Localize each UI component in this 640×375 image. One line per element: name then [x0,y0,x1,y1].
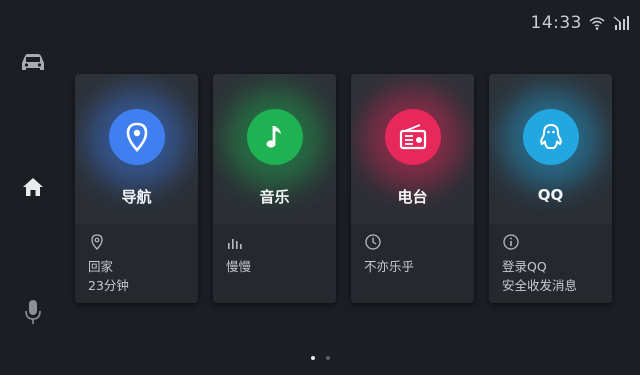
page-dot[interactable] [325,356,330,360]
microphone-icon[interactable] [17,296,49,328]
navigation-eta: 23分钟 [88,278,129,293]
wifi-icon [588,14,606,32]
clock-icon [364,233,382,251]
music-track: 慢慢 [226,259,252,274]
pin-outline-icon [88,233,106,251]
qq-info[interactable]: 登录QQ 安全收发消息 [489,224,612,303]
sidebar [0,0,66,375]
navigation-info[interactable]: 回家 23分钟 [75,224,198,303]
navigation-title: 导航 [121,188,152,206]
navigation-card[interactable]: 导航 回家 23分钟 [75,74,198,303]
music-info[interactable]: 慢慢 [213,224,336,303]
qq-title: QQ [537,186,564,204]
qq-login: 登录QQ [502,259,547,274]
navigation-destination: 回家 [88,259,114,274]
music-card-top[interactable]: 音乐 [213,74,336,224]
status-bar: 14:33 [531,8,631,38]
clock-time: 14:33 [530,13,582,33]
music-title: 音乐 [259,188,290,206]
qq-card[interactable]: QQ 登录QQ 安全收发消息 [489,74,612,303]
equalizer-icon [226,233,244,251]
qq-card-top[interactable]: QQ [489,74,612,224]
radio-title: 电台 [397,188,428,206]
music-card[interactable]: 音乐 慢慢 [213,74,336,303]
location-pin-icon[interactable] [109,109,165,165]
qq-penguin-icon[interactable] [523,109,579,165]
car-icon[interactable] [17,46,49,78]
page-indicator [0,356,640,360]
music-note-icon[interactable] [247,109,303,165]
page-dot-active[interactable] [310,356,315,360]
radio-card[interactable]: 电台 不亦乐乎 [351,74,474,303]
radio-card-top[interactable]: 电台 [351,74,474,224]
radio-info[interactable]: 不亦乐乎 [351,224,474,303]
signal-icon [612,14,630,32]
radio-icon[interactable] [385,109,441,165]
qq-description: 安全收发消息 [502,278,578,293]
info-circle-icon [502,233,520,251]
navigation-card-top[interactable]: 导航 [75,74,198,224]
radio-program: 不亦乐乎 [364,259,415,274]
home-icon[interactable] [17,171,49,203]
